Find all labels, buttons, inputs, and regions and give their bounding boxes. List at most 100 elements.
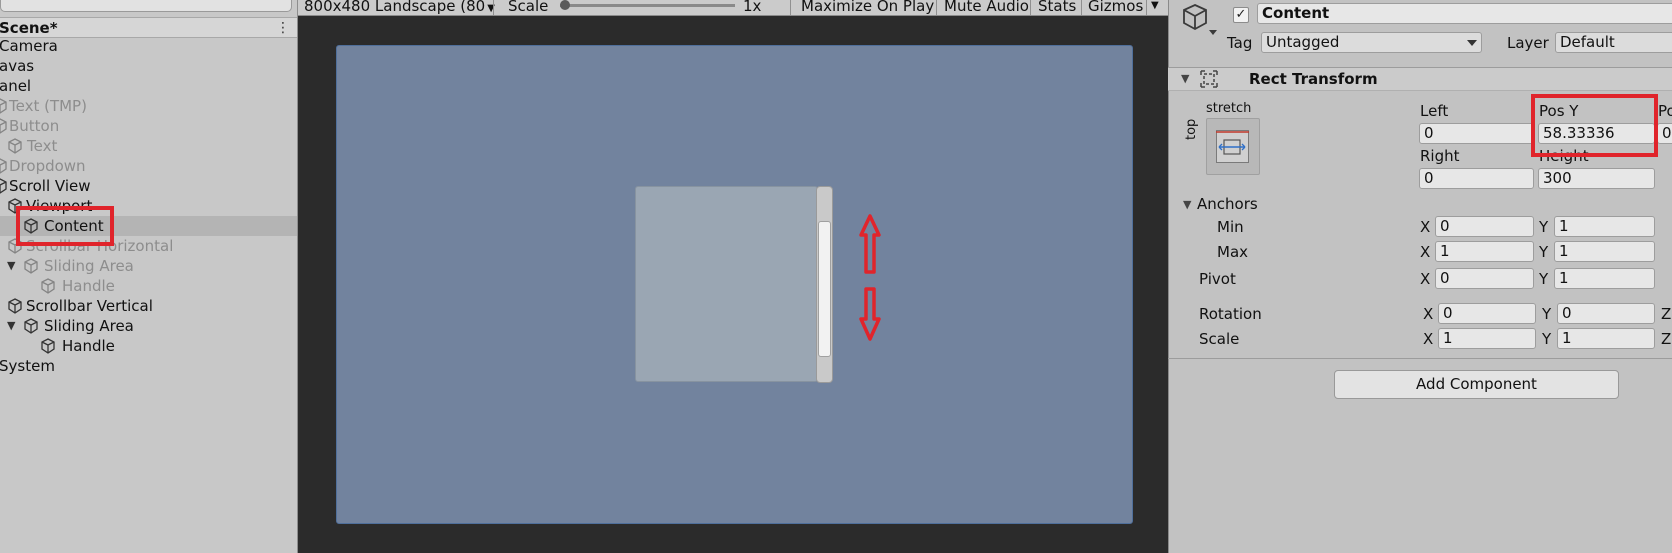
- tree-item-handle-v[interactable]: Handle: [0, 336, 297, 356]
- max-x-label: X: [1420, 243, 1431, 261]
- vertical-scrollbar[interactable]: [816, 186, 833, 383]
- tree-item-sliding-area-h[interactable]: ▼ Sliding Area: [0, 256, 297, 276]
- max-y-label: Y: [1539, 243, 1549, 261]
- min-x-field[interactable]: 0: [1435, 216, 1534, 237]
- max-y-field[interactable]: 1: [1554, 241, 1655, 262]
- max-label: Max: [1217, 243, 1249, 261]
- rotation-y-field[interactable]: 0: [1557, 303, 1655, 324]
- mute-audio-toggle[interactable]: Mute Audio: [944, 0, 1029, 15]
- hierarchy-panel: Scene* ⋮ Camera avas anel Text (TMP) But…: [0, 0, 298, 553]
- active-checkbox[interactable]: ✓: [1233, 7, 1249, 23]
- min-label: Min: [1217, 218, 1244, 236]
- pivot-y-field[interactable]: 1: [1554, 268, 1655, 289]
- toolbar-divider: [1081, 0, 1082, 15]
- gizmos-dropdown-icon[interactable]: ▼: [1151, 0, 1159, 15]
- object-name-field[interactable]: Content: [1257, 3, 1672, 24]
- tree-item-label: Scroll View: [9, 177, 91, 195]
- tree-item-button[interactable]: Button: [0, 116, 297, 136]
- tree-item-viewport[interactable]: Viewport: [0, 196, 297, 216]
- tree-item-camera[interactable]: Camera: [0, 36, 297, 56]
- posz-field[interactable]: 0: [1657, 123, 1672, 144]
- add-component-button[interactable]: Add Component: [1334, 370, 1619, 399]
- min-y-field[interactable]: 1: [1554, 216, 1655, 237]
- foldout-arrow-icon[interactable]: ▼: [7, 256, 15, 276]
- tree-item-label: Viewport: [26, 197, 93, 215]
- layer-dropdown[interactable]: Default: [1555, 32, 1672, 53]
- maximize-on-play-toggle[interactable]: Maximize On Play: [801, 0, 934, 15]
- tree-item-label: Camera: [0, 37, 58, 55]
- hierarchy-search-input[interactable]: [0, 0, 292, 12]
- tree-item-handle-h[interactable]: Handle: [0, 276, 297, 296]
- inspector-divider: [1168, 358, 1672, 359]
- tree-item-label: Scrollbar Horizontal: [26, 237, 174, 255]
- tree-item-dropdown[interactable]: Dropdown: [0, 156, 297, 176]
- scale-x-field[interactable]: 1: [1438, 328, 1536, 349]
- left-field[interactable]: 0: [1419, 123, 1534, 144]
- scale-y-field[interactable]: 1: [1557, 328, 1655, 349]
- tree-item-text[interactable]: Text: [0, 136, 297, 156]
- resolution-dropdown[interactable]: 800x480 Landscape (80 ▼: [304, 0, 495, 15]
- cube-icon: [23, 218, 39, 234]
- toolbar-divider: [493, 0, 494, 15]
- anchors-label: Anchors: [1197, 195, 1258, 213]
- height-label: Height: [1539, 147, 1589, 165]
- min-x-label: X: [1420, 218, 1431, 236]
- foldout-arrow-icon[interactable]: ▼: [1183, 198, 1191, 211]
- min-y-label: Y: [1539, 218, 1549, 236]
- scene-header[interactable]: Scene* ⋮: [0, 17, 297, 38]
- gameobject-icon[interactable]: [1182, 2, 1218, 38]
- tree-item-text-tmp[interactable]: Text (TMP): [0, 96, 297, 116]
- posy-field[interactable]: 58.33336: [1538, 123, 1655, 144]
- tree-item-content[interactable]: Content: [0, 216, 297, 236]
- cube-icon: [23, 318, 39, 334]
- tree-item-label: Content: [44, 217, 104, 235]
- gizmos-toggle[interactable]: Gizmos: [1088, 0, 1143, 15]
- height-field[interactable]: 300: [1538, 168, 1655, 189]
- pivot-label: Pivot: [1199, 270, 1236, 288]
- rect-transform-header[interactable]: [1168, 67, 1672, 91]
- tree-item-sliding-area-v[interactable]: ▼ Sliding Area: [0, 316, 297, 336]
- scrollbar-handle[interactable]: [818, 221, 831, 357]
- cube-icon: [7, 298, 23, 314]
- scale-slider[interactable]: [560, 0, 735, 10]
- rotation-x-field[interactable]: 0: [1438, 303, 1536, 324]
- cube-icon: [40, 338, 56, 354]
- rotation-y-label: Y: [1542, 305, 1552, 323]
- tree-item-event-system[interactable]: System: [0, 356, 297, 376]
- tree-item-label: Scrollbar Vertical: [26, 297, 153, 315]
- tree-item-label: Text (TMP): [9, 97, 87, 115]
- pivot-x-field[interactable]: 0: [1435, 268, 1534, 289]
- anchor-preset-button[interactable]: [1206, 118, 1260, 175]
- tree-item-scrollbar-vertical[interactable]: Scrollbar Vertical: [0, 296, 297, 316]
- scale-value: 1x: [743, 0, 762, 15]
- foldout-arrow-icon[interactable]: ▼: [1181, 72, 1189, 85]
- rotation-x-label: X: [1423, 305, 1434, 323]
- tree-item-scrollbar-horizontal[interactable]: Scrollbar Horizontal: [0, 236, 297, 256]
- toolbar-divider: [936, 0, 937, 15]
- tree-item-label: Handle: [62, 337, 115, 355]
- posz-label: Po: [1658, 102, 1672, 120]
- foldout-arrow-icon[interactable]: ▼: [7, 316, 15, 336]
- tree-item-panel[interactable]: anel: [0, 76, 297, 96]
- scene-menu-icon[interactable]: ⋮: [276, 20, 290, 36]
- cube-icon: [0, 178, 8, 194]
- scale-label: Scale: [508, 0, 549, 15]
- tag-dropdown[interactable]: Untagged: [1261, 32, 1482, 53]
- right-field[interactable]: 0: [1419, 168, 1534, 189]
- tree-item-label: Sliding Area: [44, 257, 134, 275]
- posy-label: Pos Y: [1539, 102, 1579, 120]
- tree-item-label: Dropdown: [9, 157, 86, 175]
- tree-item-scroll-view[interactable]: Scroll View: [0, 176, 297, 196]
- tree-item-canvas[interactable]: avas: [0, 56, 297, 76]
- rotation-label: Rotation: [1199, 305, 1262, 323]
- left-label: Left: [1420, 102, 1449, 120]
- scale-slider-thumb[interactable]: [560, 0, 570, 10]
- scale-x-label: X: [1423, 330, 1434, 348]
- cube-icon: [7, 198, 23, 214]
- max-x-field[interactable]: 1: [1435, 241, 1534, 262]
- scale-z-label: Z: [1661, 330, 1672, 348]
- stats-toggle[interactable]: Stats: [1038, 0, 1076, 15]
- rotation-z-label: Z: [1661, 305, 1672, 323]
- up-down-arrow-icon: [859, 214, 881, 341]
- cube-icon: [0, 158, 8, 174]
